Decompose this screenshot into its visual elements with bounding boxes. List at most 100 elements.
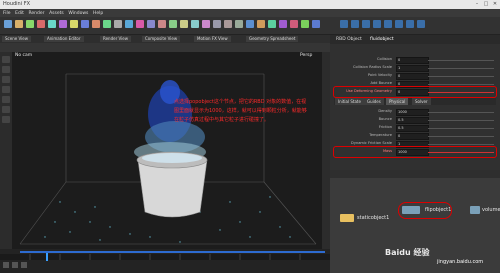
shelf-tool-icon[interactable] <box>103 20 111 28</box>
tab-geometry-spreadsheet[interactable]: Geometry Spreadsheet <box>246 36 299 42</box>
view-tool-icon[interactable] <box>2 116 10 123</box>
tab-initial-state[interactable]: Initial State <box>335 98 364 105</box>
tab-render-view[interactable]: Render View <box>100 36 132 42</box>
param-field[interactable]: 0 <box>396 57 429 64</box>
shelf-tool-icon[interactable] <box>169 20 177 28</box>
node-type-label: RBD Object <box>336 37 362 42</box>
shelf-tool-icon[interactable] <box>114 20 122 28</box>
shelf-tool-icon[interactable] <box>202 20 210 28</box>
staticobject-node[interactable] <box>340 214 354 222</box>
cylinder-container <box>136 151 208 218</box>
pose-tool-icon[interactable] <box>2 106 10 113</box>
shelf-tool-icon[interactable] <box>351 20 359 28</box>
menu-windows[interactable]: Windows <box>68 11 88 16</box>
shelf-tool-icon[interactable] <box>59 20 67 28</box>
viewport-right-toolbar <box>322 52 330 249</box>
shelf-tool-icon[interactable] <box>362 20 370 28</box>
param-row: Point Velocity 0 <box>334 73 496 80</box>
shelf-tool-icon[interactable] <box>235 20 243 28</box>
param-slider[interactable] <box>428 112 494 113</box>
move-tool-icon[interactable] <box>2 66 10 73</box>
param-slider[interactable] <box>428 76 494 77</box>
highlight-ellipse <box>333 146 497 158</box>
shelf-tool-icon[interactable] <box>406 20 414 28</box>
shelf-tool-icon[interactable] <box>92 20 100 28</box>
shelf-tool-icon[interactable] <box>15 20 23 28</box>
maximize-button[interactable]: □ <box>482 1 490 7</box>
param-slider[interactable] <box>428 60 494 61</box>
menu-edit[interactable]: Edit <box>15 11 24 16</box>
shelf-tool-icon[interactable] <box>384 20 392 28</box>
tab-animation-editor[interactable]: Animation Editor <box>44 36 84 42</box>
menu-file[interactable]: File <box>3 11 11 16</box>
close-button[interactable]: ✕ <box>491 1 499 7</box>
param-field[interactable]: 0.5 <box>396 125 429 132</box>
shelf-tool-icon[interactable] <box>224 20 232 28</box>
shelf-tool-icon[interactable] <box>125 20 133 28</box>
shelf-tool-icon[interactable] <box>312 20 320 28</box>
tab-composite-view[interactable]: Composite View <box>142 36 181 42</box>
shelf-tool-icon[interactable] <box>136 20 144 28</box>
tab-guides[interactable]: Guides <box>364 98 384 105</box>
tab-motion-fx-view[interactable]: Motion FX View <box>194 36 231 42</box>
shelf-tool-icon[interactable] <box>373 20 381 28</box>
scale-tool-icon[interactable] <box>2 86 10 93</box>
shelf-tool-icon[interactable] <box>340 20 348 28</box>
shelf-tool-icon[interactable] <box>70 20 78 28</box>
tab-physical[interactable]: Physical <box>386 98 409 105</box>
menu-assets[interactable]: Assets <box>49 11 64 16</box>
shelf-tool-icon[interactable] <box>158 20 166 28</box>
menu-help[interactable]: Help <box>93 11 103 16</box>
param-slider[interactable] <box>428 136 494 137</box>
param-slider[interactable] <box>428 144 494 145</box>
shelf-tool-icon[interactable] <box>279 20 287 28</box>
shelf-tool-icon[interactable] <box>191 20 199 28</box>
param-label: Bounce <box>378 117 392 121</box>
shelf-tool-icon[interactable] <box>268 20 276 28</box>
menu-render[interactable]: Render <box>28 11 44 16</box>
handle-tool-icon[interactable] <box>2 96 10 103</box>
viewport-3d[interactable] <box>0 52 330 249</box>
shelf-tool-icon[interactable] <box>37 20 45 28</box>
stop-button[interactable] <box>12 262 18 268</box>
shelf-tool-icon[interactable] <box>257 20 265 28</box>
shelf-tool-icon[interactable] <box>147 20 155 28</box>
tab-solver[interactable]: Solver <box>412 98 431 105</box>
param-slider[interactable] <box>428 68 494 69</box>
param-slider[interactable] <box>428 128 494 129</box>
param-field[interactable]: 0.5 <box>396 117 429 124</box>
shelf-tool-icon[interactable] <box>246 20 254 28</box>
param-row: Density 1000 <box>334 109 496 116</box>
param-slider[interactable] <box>428 84 494 85</box>
shelf-tool-icon[interactable] <box>48 20 56 28</box>
param-field[interactable]: 1000 <box>396 109 429 116</box>
step-button[interactable] <box>21 262 27 268</box>
rotate-tool-icon[interactable] <box>2 76 10 83</box>
shelf-tool-icon[interactable] <box>81 20 89 28</box>
shelf-tool-icon[interactable] <box>417 20 425 28</box>
minimize-button[interactable]: – <box>473 1 481 7</box>
volumes-node[interactable] <box>470 206 480 214</box>
param-label: Friction <box>378 125 392 129</box>
annotation-text: 点选择popobject这个节点，把它的RBD 对象的数值，在视图里面就显示为1… <box>174 99 307 123</box>
timeline[interactable] <box>0 249 330 273</box>
shelf-toolbar <box>0 17 500 35</box>
select-tool-icon[interactable] <box>2 56 10 63</box>
tab-scene-view[interactable]: Scene View <box>2 36 31 42</box>
node-name-field[interactable]: fluidobject <box>370 37 394 42</box>
play-button[interactable] <box>3 262 9 268</box>
param-field[interactable]: 0 <box>396 133 429 140</box>
shelf-tool-icon[interactable] <box>213 20 221 28</box>
param-field[interactable]: 1 <box>396 65 429 72</box>
shelf-tool-icon[interactable] <box>4 20 12 28</box>
shelf-tool-icon[interactable] <box>26 20 34 28</box>
viewport-persp-label[interactable]: Persp <box>300 53 312 58</box>
shelf-tool-icon[interactable] <box>180 20 188 28</box>
param-field[interactable]: 0 <box>396 73 429 80</box>
window-title: Houdini FX <box>3 1 30 7</box>
shelf-tool-icon[interactable] <box>395 20 403 28</box>
shelf-tool-icon[interactable] <box>290 20 298 28</box>
param-slider[interactable] <box>428 120 494 121</box>
viewport-camera-label[interactable]: No cam <box>15 53 32 58</box>
shelf-tool-icon[interactable] <box>301 20 309 28</box>
